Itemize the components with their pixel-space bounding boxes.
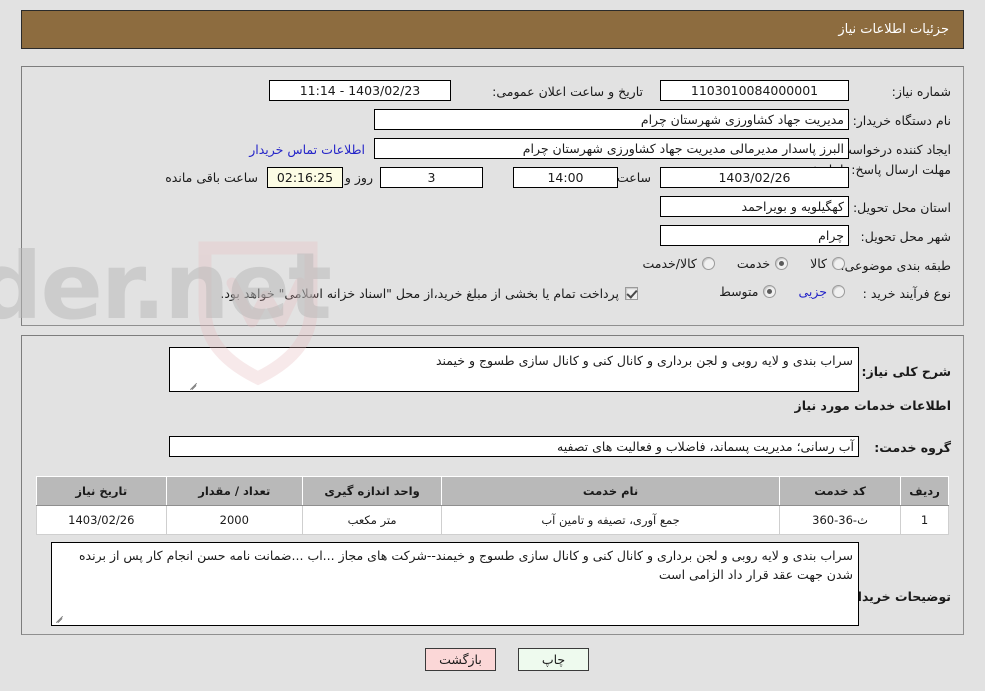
table-cell-name: جمع آوری، تصیفه و تامین آب: [441, 505, 780, 535]
city-label: شهر محل تحویل:: [860, 229, 951, 244]
buyer-notes-textarea[interactable]: سراب بندی و لایه روبی و لجن برداری و کان…: [51, 542, 859, 626]
general-desc-textarea[interactable]: سراب بندی و لایه روبی و لجن برداری و کان…: [169, 347, 859, 392]
category-label-0: کالا: [810, 256, 827, 271]
need-summary-panel: شماره نیاز: 1103010084000001 تاریخ و ساع…: [21, 66, 964, 326]
deadline-date-field[interactable]: 1403/02/26: [660, 167, 849, 188]
table-column-header: تعداد / مقدار: [165, 476, 303, 506]
table-column-header: واحد اندازه گیری: [301, 476, 443, 506]
category-label-2: کالا/خدمت: [642, 256, 697, 271]
category-radio-0[interactable]: [832, 257, 845, 270]
time-remaining-label: ساعت باقی مانده: [165, 170, 258, 185]
table-cell-row: 1: [900, 505, 949, 535]
need-details-panel: شرح کلی نیاز: سراب بندی و لایه روبی و لج…: [21, 335, 964, 635]
purchase-type-label: نوع فرآیند خرید :: [862, 286, 951, 301]
need-number-label: شماره نیاز:: [891, 84, 951, 99]
page-root: AriaTender.net جزئیات اطلاعات نیاز شماره…: [0, 0, 985, 691]
treasury-note-label: پرداخت تمام یا بخشی از مبلغ خرید،از محل …: [220, 286, 619, 301]
requester-field[interactable]: البرز پاسدار مدیرمالی مدیریت جهاد کشاورز…: [374, 138, 849, 159]
table-body: 1 ث-36-360 جمع آوری، تصیفه و تامین آب متر م…: [36, 505, 949, 535]
services-table: ردیف کد خدمت نام خدمت واحد اندازه گیری تعداد…: [36, 476, 949, 535]
page-header: جزئیات اطلاعات نیاز: [21, 10, 964, 49]
table-row[interactable]: 1 ث-36-360 جمع آوری، تصیفه و تامین آب متر م…: [36, 505, 949, 535]
purchase-type-label-1: متوسط: [719, 284, 759, 299]
category-option-0[interactable]: کالا: [810, 256, 845, 271]
buyer-org-field[interactable]: مدیریت جهاد کشاورزی شهرستان چرام: [374, 109, 849, 130]
city-field[interactable]: چرام: [660, 225, 849, 246]
general-desc-label: شرح کلی نیاز:: [861, 364, 951, 379]
services-section-title: اطلاعات خدمات مورد نیاز: [794, 398, 952, 413]
days-remaining-field: 3: [380, 167, 483, 188]
deadline-hour-field[interactable]: 14:00: [513, 167, 618, 188]
treasury-checkbox[interactable]: [625, 287, 638, 300]
purchase-type-option-0[interactable]: جزیی: [798, 284, 845, 299]
days-separator-label: روز و: [344, 170, 373, 185]
category-radio-2[interactable]: [701, 257, 715, 270]
table-cell-date: 1403/02/26: [36, 505, 167, 535]
table-cell-qty: 2000: [165, 505, 303, 535]
category-radio-group[interactable]: کالا خدمت کالا/خدمت: [620, 256, 845, 271]
purchase-type-radio-1[interactable]: [763, 285, 777, 298]
table-column-header: ردیف: [900, 476, 949, 506]
category-option-1[interactable]: خدمت: [736, 256, 789, 271]
deadline-hour-label: ساعت: [616, 170, 651, 185]
province-field[interactable]: کهگیلویه و بویراحمد: [660, 196, 849, 217]
purchase-type-label-0: جزیی: [798, 284, 827, 299]
time-remaining-field: 02:16:25: [267, 167, 343, 188]
deadline-label: مهلت ارسال پاسخ: تا تاریخ:: [806, 162, 951, 177]
page-title: جزئیات اطلاعات نیاز: [838, 22, 949, 37]
buyer-org-label: نام دستگاه خریدار:: [852, 113, 951, 128]
purchase-type-radio-0[interactable]: [832, 285, 845, 298]
need-number-field[interactable]: 1103010084000001: [660, 80, 849, 101]
table-cell-unit: متر مکعب: [301, 505, 443, 535]
category-radio-1[interactable]: [775, 257, 789, 270]
table-cell-code: ث-36-360: [778, 505, 902, 535]
print-button[interactable]: چاپ: [518, 648, 589, 671]
category-option-2[interactable]: کالا/خدمت: [642, 256, 715, 271]
table-header-row: ردیف کد خدمت نام خدمت واحد اندازه گیری تعداد…: [36, 476, 949, 506]
announce-datetime-field[interactable]: 1403/02/23 - 11:14: [269, 80, 451, 101]
service-group-field[interactable]: آب رسانی؛ مدیریت پسماند، فاضلاب و فعالیت…: [169, 436, 859, 457]
category-label-1: خدمت: [736, 256, 771, 271]
announce-datetime-label: تاریخ و ساعت اعلان عمومی:: [492, 84, 643, 99]
province-label: استان محل تحویل:: [852, 200, 951, 215]
requester-label: ایجاد کننده درخواست:: [835, 142, 951, 157]
treasury-note-row[interactable]: پرداخت تمام یا بخشی از مبلغ خرید،از محل …: [220, 286, 638, 301]
purchase-type-radio-group[interactable]: جزیی متوسط: [697, 284, 845, 299]
buyer-notes-label: توضیحات خریدار:: [845, 589, 951, 604]
back-button[interactable]: بازگشت: [425, 648, 496, 671]
category-label: طبقه بندی موضوعی:: [840, 258, 951, 273]
table-column-header: نام خدمت: [441, 476, 780, 506]
service-group-label: گروه خدمت:: [874, 440, 951, 455]
table-column-header: کد خدمت: [778, 476, 902, 506]
buyer-contact-link[interactable]: اطلاعات تماس خریدار: [249, 142, 365, 157]
table-column-header: تاریخ نیاز: [36, 476, 167, 506]
purchase-type-option-1[interactable]: متوسط: [719, 284, 777, 299]
